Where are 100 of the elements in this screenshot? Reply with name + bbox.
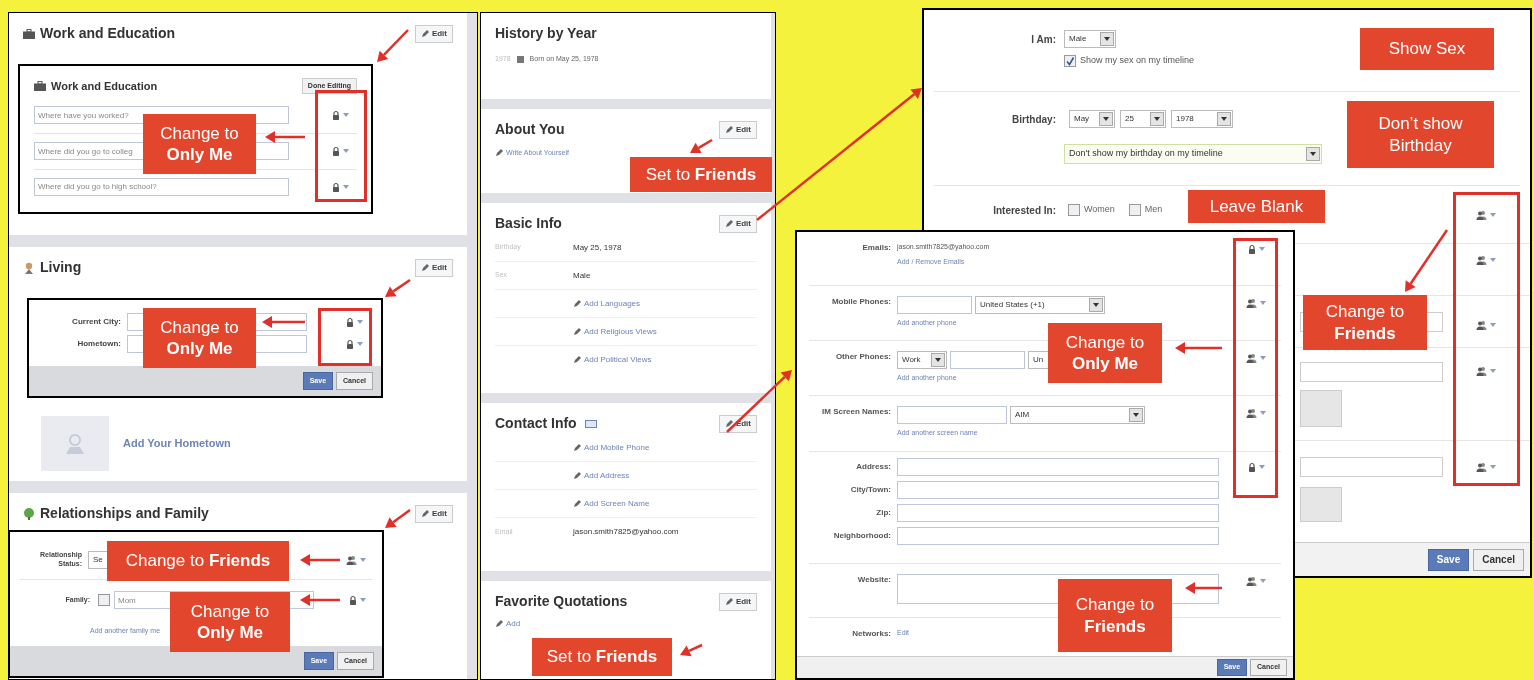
- friends-icon: [1246, 298, 1257, 308]
- callout-tooltip: Show Sex: [1360, 28, 1494, 70]
- link[interactable]: Add Political Views: [573, 354, 652, 366]
- lock-icon: [332, 146, 340, 157]
- arrow: [377, 29, 409, 62]
- field-value: May 25, 1978: [573, 241, 622, 254]
- dropdown[interactable]: 1978: [1171, 110, 1233, 128]
- lock-icon: [1247, 244, 1256, 254]
- arrow: [726, 370, 792, 433]
- callout-tooltip: Set to Friends: [532, 638, 672, 676]
- section-title: Work and Education: [40, 24, 176, 43]
- privacy-dropdown[interactable]: [1246, 353, 1266, 363]
- edit-button[interactable]: Edit: [718, 214, 757, 233]
- contact-card-icon: [584, 419, 597, 428]
- privacy-dropdown[interactable]: [1246, 576, 1266, 586]
- input-field[interactable]: [897, 458, 1219, 476]
- link[interactable]: Add Religious Views: [573, 325, 657, 338]
- friends-icon: [1246, 576, 1257, 586]
- input-field[interactable]: Where did you go to high school?: [34, 177, 289, 196]
- dropdown[interactable]: United States (+1): [975, 296, 1105, 314]
- caret-icon: [343, 184, 349, 189]
- link[interactable]: Add Screen Name: [573, 497, 650, 510]
- privacy-dropdown[interactable]: [346, 339, 363, 349]
- input-field[interactable]: [897, 504, 1219, 522]
- dropdown[interactable]: May: [1069, 110, 1115, 128]
- privacy-dropdown[interactable]: [1246, 298, 1266, 308]
- privacy-dropdown[interactable]: [332, 146, 349, 157]
- privacy-dropdown[interactable]: [1476, 462, 1496, 472]
- location-pin-icon: [23, 261, 35, 274]
- pencil-icon: [495, 620, 503, 628]
- caret-icon: [1260, 356, 1266, 360]
- checkbox[interactable]: [98, 594, 110, 606]
- checkbox[interactable]: [1128, 204, 1141, 216]
- input-field[interactable]: [897, 406, 1007, 424]
- input-field[interactable]: [1300, 362, 1443, 382]
- link[interactable]: Add: [495, 618, 521, 630]
- field-value: Male: [573, 269, 591, 282]
- privacy-dropdown[interactable]: [1247, 244, 1265, 254]
- pencil-icon: [573, 356, 581, 364]
- briefcase-icon: [34, 80, 46, 91]
- edit-button[interactable]: Edit: [414, 504, 453, 523]
- arrow: [300, 554, 340, 566]
- privacy-dropdown[interactable]: [1476, 210, 1496, 220]
- checkbox[interactable]: [1068, 204, 1080, 216]
- caret-icon: [1490, 323, 1496, 327]
- section-title: Relationships and Family: [40, 504, 209, 523]
- pencil-icon: [724, 125, 733, 134]
- checkbox[interactable]: [1064, 54, 1076, 67]
- field-label: Hometown:: [76, 338, 122, 350]
- privacy-dropdown[interactable]: [346, 554, 366, 565]
- input-field[interactable]: [897, 296, 972, 314]
- link[interactable]: Add Languages: [573, 297, 641, 310]
- privacy-dropdown[interactable]: [346, 317, 363, 327]
- pencil-icon: [724, 219, 733, 228]
- edit-button[interactable]: Edit: [414, 24, 453, 43]
- privacy-dropdown[interactable]: [332, 181, 349, 192]
- privacy-dropdown[interactable]: [349, 595, 366, 605]
- privacy-dropdown[interactable]: [332, 110, 349, 121]
- lock-icon: [1247, 462, 1256, 472]
- dropdown[interactable]: AIM: [1010, 406, 1145, 424]
- privacy-dropdown[interactable]: [1476, 255, 1496, 265]
- input-field[interactable]: [1300, 457, 1443, 477]
- lock-icon: [332, 110, 340, 121]
- caret-icon: [1490, 213, 1496, 217]
- dropdown[interactable]: Work: [897, 351, 947, 369]
- arrow: [262, 316, 305, 328]
- caret-icon: [1258, 247, 1265, 251]
- privacy-dropdown[interactable]: [1247, 462, 1265, 472]
- link[interactable]: Add Address: [573, 469, 630, 482]
- dropdown[interactable]: Male: [1064, 30, 1116, 48]
- lock-icon: [346, 317, 354, 327]
- friends-icon: [1246, 353, 1257, 363]
- section-title: Work and Education: [51, 78, 158, 94]
- privacy-dropdown[interactable]: [1476, 366, 1496, 376]
- input-field[interactable]: [897, 481, 1219, 499]
- edit-button[interactable]: Edit: [414, 258, 453, 277]
- input-field[interactable]: [950, 351, 1025, 369]
- callout-tooltip: Change to Only Me: [143, 114, 256, 174]
- pencil-icon: [573, 499, 581, 508]
- input-field[interactable]: [897, 527, 1219, 545]
- dropdown[interactable]: Don't show my birthday on my timeline: [1064, 144, 1322, 164]
- arrow: [265, 131, 305, 143]
- privacy-dropdown[interactable]: [1476, 320, 1496, 330]
- cancel-button[interactable]: Cancel: [1473, 548, 1524, 571]
- privacy-dropdown[interactable]: [1246, 408, 1266, 418]
- pencil-icon: [420, 263, 429, 272]
- edit-button[interactable]: Edit: [718, 120, 757, 139]
- field-label: Current City:: [71, 316, 122, 328]
- pencil-icon: [724, 597, 733, 606]
- link[interactable]: Add Your Hometown: [123, 435, 231, 452]
- pencil-icon: [573, 299, 581, 308]
- caret-icon: [1258, 465, 1265, 469]
- save-button[interactable]: Save: [1427, 548, 1470, 571]
- arrow: [385, 278, 411, 297]
- section-title: Favorite Quotations: [495, 592, 628, 611]
- arrow: [680, 643, 703, 657]
- caret-icon: [343, 113, 349, 118]
- edit-button[interactable]: Edit: [718, 592, 757, 611]
- dropdown[interactable]: 25: [1120, 110, 1166, 128]
- link[interactable]: Add Mobile Phone: [573, 441, 650, 454]
